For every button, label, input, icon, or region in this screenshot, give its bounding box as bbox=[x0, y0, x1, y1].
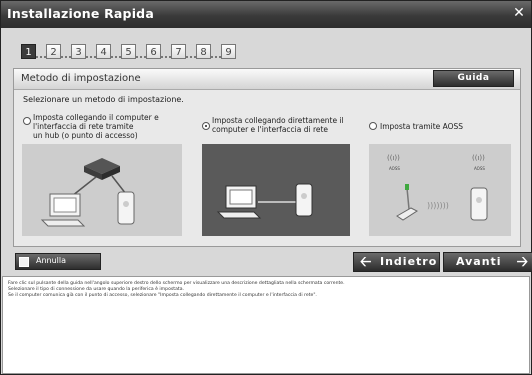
step-5: 5 bbox=[121, 44, 136, 59]
option-direct-label[interactable]: Imposta collegando direttamente il compu… bbox=[212, 116, 344, 134]
svg-text:AOSS: AOSS bbox=[389, 166, 400, 171]
step-2: 2 bbox=[46, 44, 61, 59]
step-3: 3 bbox=[71, 44, 86, 59]
svg-text:AOSS: AOSS bbox=[474, 166, 485, 171]
window-title: Installazione Rapida bbox=[7, 6, 154, 21]
svg-text:))))))): ))))))) bbox=[427, 201, 449, 210]
close-icon[interactable]: ✕ bbox=[511, 5, 527, 21]
computer-direct-device-illustration-icon bbox=[216, 183, 313, 219]
next-label: Avanti bbox=[456, 255, 502, 268]
option-direct-radio[interactable] bbox=[202, 122, 210, 130]
step-6: 6 bbox=[146, 44, 161, 59]
panel-header: Metodo di impostazione Guida bbox=[14, 69, 520, 90]
instruction-text: Selezionare un metodo di impostazione. bbox=[23, 95, 184, 104]
description-box: Fare clic sul pulsante della guida nell'… bbox=[2, 276, 530, 374]
help-button[interactable]: Guida bbox=[433, 70, 514, 87]
step-4: 4 bbox=[96, 44, 111, 59]
step-8: 8 bbox=[196, 44, 211, 59]
option-aoss-illustration[interactable]: ((ı)) ((ı)) AOSS AOSS ))))))) bbox=[369, 144, 511, 236]
cancel-label: Annulla bbox=[36, 256, 67, 265]
cancel-button[interactable]: Annulla bbox=[15, 253, 101, 270]
title-bar: Installazione Rapida ✕ bbox=[1, 1, 531, 28]
step-7: 7 bbox=[171, 44, 186, 59]
svg-text:((ı)): ((ı)) bbox=[387, 154, 400, 162]
svg-text:((ı)): ((ı)) bbox=[472, 154, 485, 162]
description-line: Se il computer comunica già con il punto… bbox=[8, 293, 317, 298]
panel-title: Metodo di impostazione bbox=[21, 73, 141, 84]
option-direct-illustration[interactable] bbox=[202, 144, 350, 236]
option-aoss-radio[interactable] bbox=[369, 122, 377, 130]
step-9: 9 bbox=[221, 44, 236, 59]
back-label: Indietro bbox=[380, 255, 438, 268]
option-hub-label[interactable]: Imposta collegando il computer e l'inter… bbox=[33, 113, 159, 140]
next-button[interactable]: Avanti 🡢 bbox=[443, 252, 532, 272]
back-button[interactable]: 🡠 Indietro bbox=[353, 252, 440, 272]
navigation-bar: Annulla 🡠 Indietro Avanti 🡢 bbox=[13, 251, 532, 272]
option-hub-radio[interactable] bbox=[23, 117, 31, 125]
step-1: 1 bbox=[21, 44, 36, 59]
option-aoss-label[interactable]: Imposta tramite AOSS bbox=[380, 122, 463, 131]
computer-hub-device-illustration-icon bbox=[40, 158, 135, 227]
option-hub-illustration[interactable] bbox=[22, 144, 182, 236]
setup-method-panel: Metodo di impostazione Guida Selezionare… bbox=[13, 68, 521, 247]
cancel-checkbox-icon bbox=[19, 257, 29, 267]
installer-window: Installazione Rapida ✕ 1 2 3 4 5 6 7 8 9… bbox=[0, 0, 532, 375]
arrow-left-icon: 🡠 bbox=[360, 254, 372, 270]
arrow-right-icon: 🡢 bbox=[516, 254, 528, 270]
aoss-wireless-illustration-icon: ((ı)) ((ı)) AOSS AOSS ))))))) bbox=[387, 154, 488, 221]
